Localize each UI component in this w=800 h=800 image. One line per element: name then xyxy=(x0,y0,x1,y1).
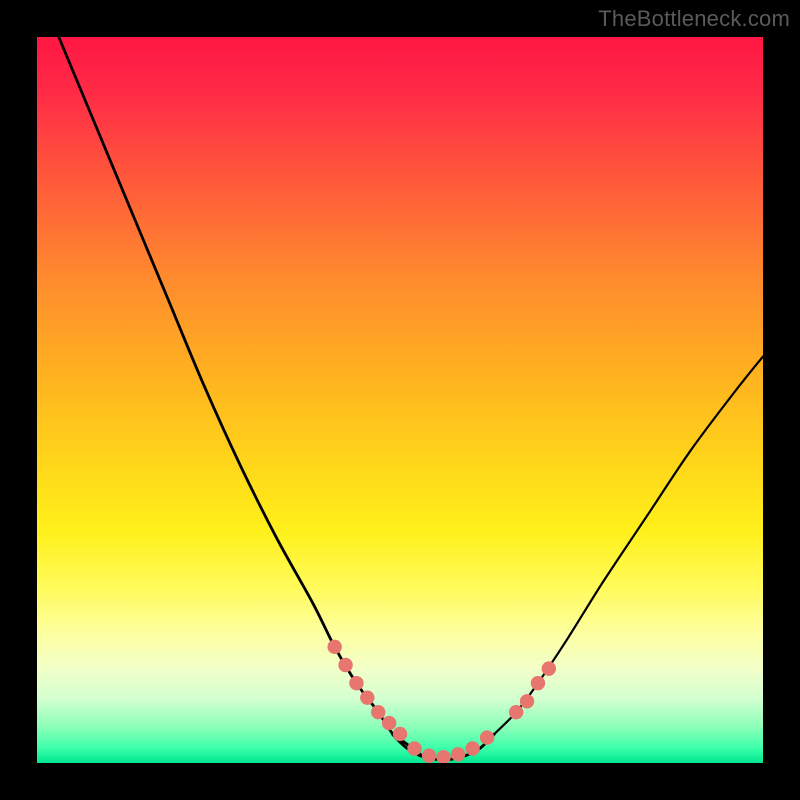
data-dot xyxy=(520,694,534,708)
watermark-label: TheBottleneck.com xyxy=(598,6,790,32)
outer-frame: TheBottleneck.com xyxy=(0,0,800,800)
data-dot xyxy=(451,747,465,761)
data-dot xyxy=(436,750,450,763)
plot-area xyxy=(37,37,763,763)
data-dot xyxy=(371,705,385,719)
right-curve-path xyxy=(480,356,763,748)
data-dot xyxy=(509,705,523,719)
data-dot xyxy=(349,676,363,690)
data-dot xyxy=(542,661,556,675)
data-dot xyxy=(480,730,494,744)
data-dot xyxy=(327,640,341,654)
data-dot xyxy=(422,749,436,763)
chart-svg xyxy=(37,37,763,763)
data-dot xyxy=(338,658,352,672)
data-dot xyxy=(531,676,545,690)
data-dot xyxy=(407,741,421,755)
curve-right xyxy=(480,356,763,748)
data-dot xyxy=(382,716,396,730)
curve-left xyxy=(59,37,495,760)
data-dot xyxy=(393,727,407,741)
dot-markers xyxy=(327,640,556,763)
data-dot xyxy=(465,741,479,755)
left-curve-path xyxy=(59,37,495,760)
data-dot xyxy=(360,690,374,704)
